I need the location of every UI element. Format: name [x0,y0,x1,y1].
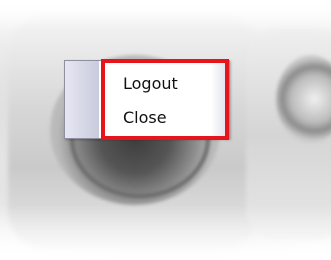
menu-edge-shade [211,61,229,138]
menu-item-logout[interactable]: Logout [123,74,178,94]
context-menu: Logout Close [64,60,230,139]
menu-icon-gutter [65,61,99,138]
menu-item-close[interactable]: Close [123,108,167,128]
